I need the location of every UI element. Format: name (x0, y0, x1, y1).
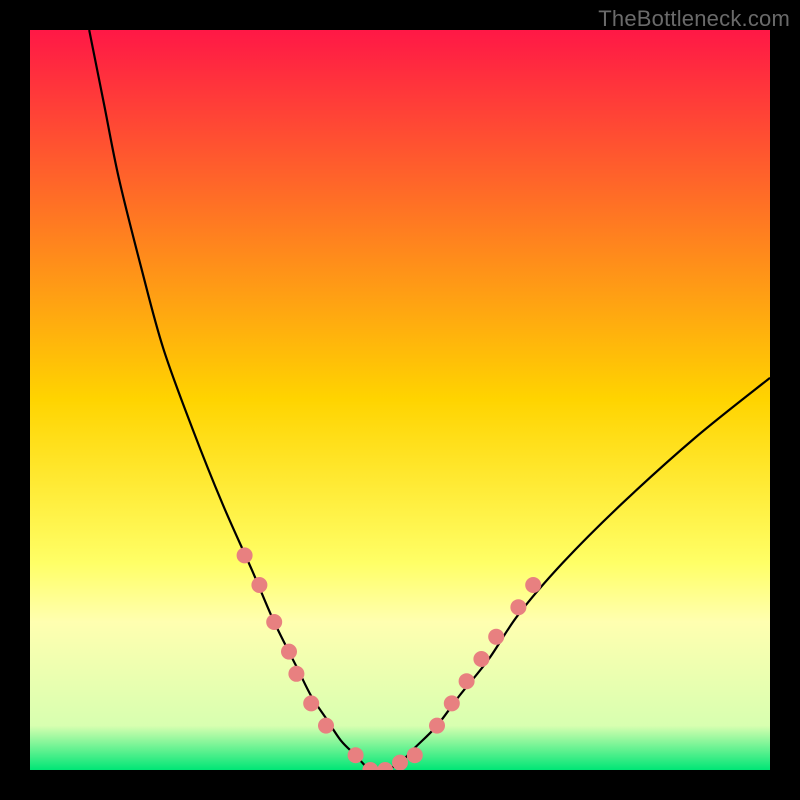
chart-frame: TheBottleneck.com (0, 0, 800, 800)
marker-dot (281, 644, 297, 660)
marker-dot (266, 614, 282, 630)
marker-dot (251, 577, 267, 593)
marker-dot (488, 629, 504, 645)
marker-dot (288, 666, 304, 682)
watermark-text: TheBottleneck.com (598, 6, 790, 32)
marker-dot (473, 651, 489, 667)
gradient-background (30, 30, 770, 770)
marker-dot (237, 547, 253, 563)
marker-dot (525, 577, 541, 593)
marker-dot (318, 718, 334, 734)
marker-dot (444, 695, 460, 711)
plot-area (30, 30, 770, 770)
marker-dot (429, 718, 445, 734)
marker-dot (510, 599, 526, 615)
marker-dot (348, 747, 364, 763)
marker-dot (303, 695, 319, 711)
chart-svg (30, 30, 770, 770)
marker-dot (407, 747, 423, 763)
marker-dot (459, 673, 475, 689)
marker-dot (392, 755, 408, 770)
